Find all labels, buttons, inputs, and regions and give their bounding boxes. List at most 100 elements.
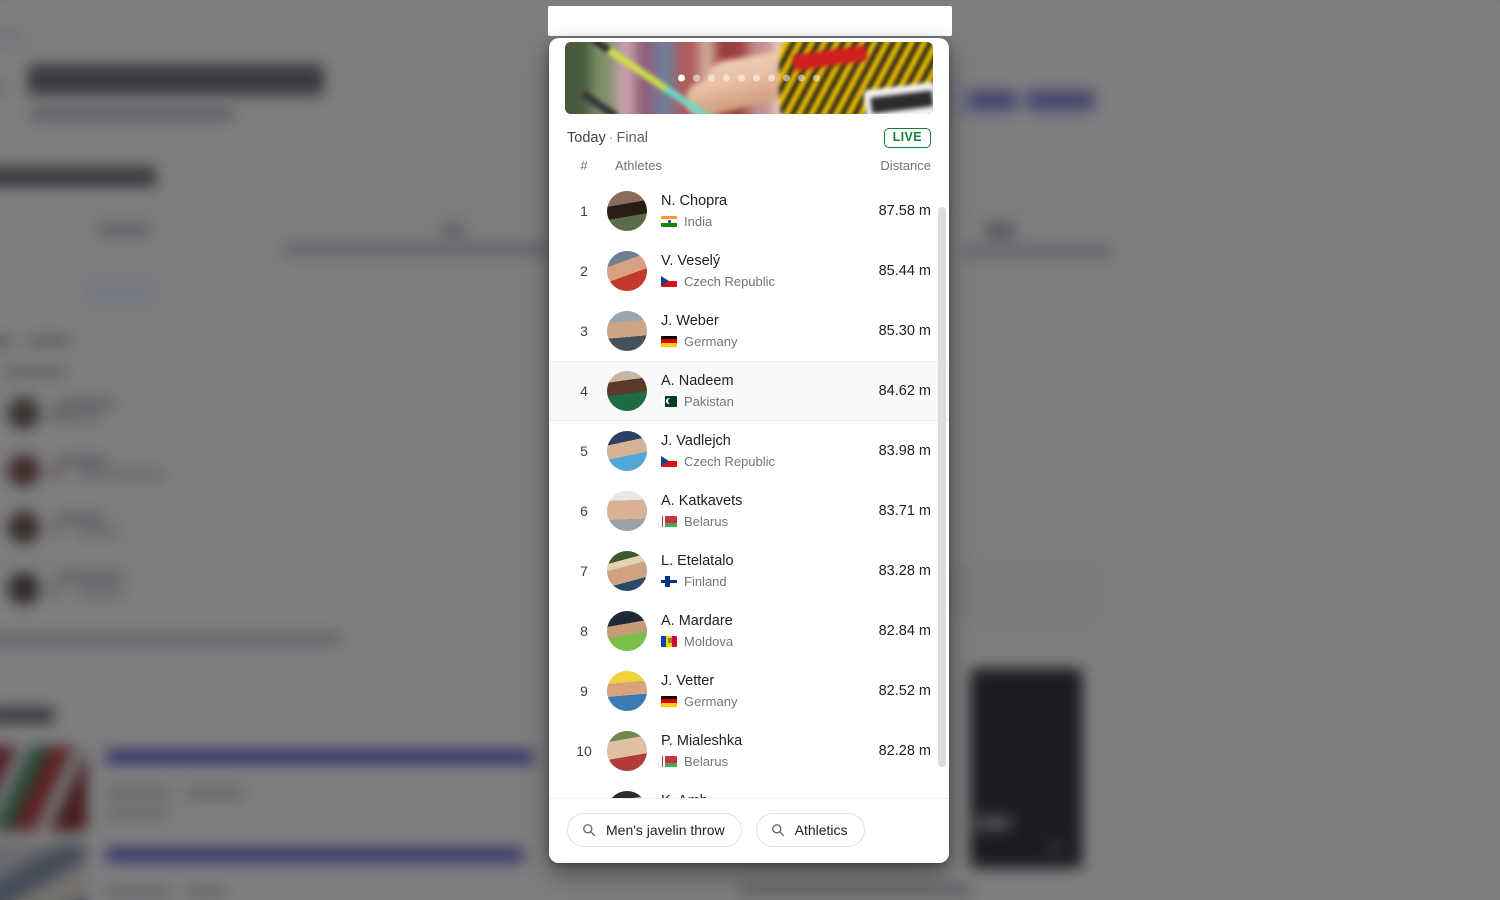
row-rank: 9 (580, 682, 588, 699)
related-search-chip[interactable]: Men's javelin throw (567, 813, 742, 847)
carousel-dot[interactable] (813, 74, 820, 82)
athlete-info: J. Vadlejch Czech Republic (647, 432, 879, 469)
event-stage: Final (616, 129, 648, 146)
athlete-distance: 83.71 m (878, 502, 931, 519)
country-label: Germany (684, 333, 738, 349)
athlete-info: P. Mialeshka Belarus (647, 732, 879, 769)
athlete-info: A. Nadeem Pakistan (647, 372, 879, 409)
carousel-dot[interactable] (723, 74, 730, 82)
country-label: Moldova (684, 633, 734, 649)
athlete-name: N. Chopra (661, 193, 728, 210)
status-badge: LIVE (883, 128, 931, 148)
athlete-country: Germany (661, 694, 879, 709)
carousel-dot[interactable] (708, 74, 715, 82)
event-meta-row: Today · Final LIVE (549, 114, 949, 154)
athlete-name: V. Veselý (661, 253, 721, 270)
row-rank: 4 (580, 382, 588, 399)
row-rank: 5 (580, 442, 588, 459)
column-header-distance: Distance (880, 157, 931, 173)
athlete-name: A. Nadeem (661, 373, 734, 390)
athlete-name: P. Mialeshka (661, 733, 743, 750)
athlete-distance: 85.44 m (878, 262, 931, 279)
row-rank: 2 (580, 262, 588, 279)
table-row[interactable]: 1 N. Chopra India 87.58 m (549, 181, 949, 241)
flag-icon (661, 275, 677, 287)
athlete-avatar (607, 370, 647, 411)
table-row[interactable]: 4 A. Nadeem Pakistan 84.62 m (549, 360, 949, 421)
carousel-dot[interactable] (768, 74, 775, 82)
athlete-info: L. Etelatalo Finland (647, 552, 879, 589)
athlete-country: Moldova (661, 634, 879, 649)
table-row[interactable]: 10 P. Mialeshka Belarus 82.28 m (549, 721, 949, 781)
carousel-dot[interactable] (693, 74, 700, 82)
row-rank: 3 (580, 322, 588, 339)
scrollbar-thumb[interactable] (938, 206, 946, 767)
background-appbar-strip (548, 6, 952, 36)
flag-icon (661, 515, 677, 527)
athlete-avatar (607, 790, 647, 798)
flag-icon (661, 755, 677, 767)
country-label: Pakistan (684, 393, 734, 409)
flag-icon (661, 215, 677, 227)
athlete-avatar (607, 430, 647, 471)
table-header: # Athletes Distance (549, 154, 949, 181)
athlete-country: Finland (661, 574, 879, 589)
row-rank: 10 (576, 742, 592, 759)
table-row[interactable]: 11K. AmbSweden79.69 m (549, 781, 949, 798)
athlete-name: J. Vetter (661, 673, 715, 690)
carousel-dot[interactable] (678, 74, 685, 82)
country-label: Czech Republic (684, 453, 776, 469)
scrollbar-track[interactable] (938, 181, 946, 799)
athlete-avatar (607, 490, 647, 531)
athlete-info: N. Chopra India (647, 192, 879, 229)
athlete-name: A. Katkavets (661, 493, 743, 510)
flag-icon (661, 575, 677, 587)
meta-separator: · (608, 129, 614, 146)
athlete-avatar (607, 310, 647, 351)
row-rank: 7 (580, 562, 588, 579)
carousel-dot[interactable] (738, 74, 745, 82)
carousel-dot[interactable] (783, 74, 790, 82)
table-row[interactable]: 5 J. Vadlejch Czech Republic 83.98 m (549, 421, 949, 481)
related-search-chip[interactable]: Athletics (755, 813, 865, 847)
athlete-info: A. Mardare Moldova (647, 612, 879, 649)
row-rank: 6 (580, 502, 588, 519)
table-row[interactable]: 3 J. Weber Germany 85.30 m (549, 301, 949, 361)
country-label: Czech Republic (684, 273, 776, 289)
screen: Today · Final LIVE # Athletes Distance 1 N.… (0, 0, 1500, 900)
athlete-avatar (607, 250, 647, 291)
table-row[interactable]: 9 J. Vetter Germany 82.52 m (549, 661, 949, 721)
carousel-dots[interactable] (678, 74, 820, 82)
carousel-dot[interactable] (798, 74, 805, 82)
row-rank: 8 (580, 622, 588, 639)
hero-image[interactable] (565, 42, 933, 114)
table-row[interactable]: 8 A. Mardare Moldova 82.84 m (549, 601, 949, 661)
sports-result-dialog: Today · Final LIVE # Athletes Distance 1 N.… (549, 38, 949, 863)
country-label: Belarus (684, 753, 729, 769)
athlete-info: J. Weber Germany (647, 312, 879, 349)
athlete-name: J. Weber (661, 313, 719, 330)
athlete-name: L. Etelatalo (661, 553, 734, 570)
flag-icon (661, 335, 677, 347)
results-list[interactable]: 1 N. Chopra India 87.58 m 2 V. Veselý Czech Re… (549, 181, 949, 798)
flag-icon (661, 455, 677, 467)
table-row[interactable]: 2 V. Veselý Czech Republic 85.44 m (549, 241, 949, 301)
row-rank: 1 (580, 202, 588, 219)
event-meta: Today · Final (567, 130, 648, 146)
athlete-country: Germany (661, 334, 879, 349)
athlete-distance: 84.62 m (878, 382, 931, 399)
athlete-avatar (607, 610, 647, 651)
flag-icon (661, 635, 677, 647)
search-icon (771, 823, 785, 837)
carousel-dot[interactable] (753, 74, 760, 82)
search-icon (582, 823, 596, 837)
table-row[interactable]: 6 A. Katkavets Belarus 83.71 m (549, 481, 949, 541)
table-row[interactable]: 7 L. Etelatalo Finland 83.28 m (549, 541, 949, 601)
athlete-distance: 82.84 m (878, 622, 931, 639)
athlete-distance: 82.28 m (878, 742, 931, 759)
country-label: Finland (684, 573, 727, 589)
athlete-info: V. Veselý Czech Republic (647, 252, 879, 289)
related-searches-footer: Men's javelin throw Athletics (549, 798, 949, 863)
athlete-country: Belarus (661, 754, 879, 769)
athlete-country: Czech Republic (661, 274, 879, 289)
